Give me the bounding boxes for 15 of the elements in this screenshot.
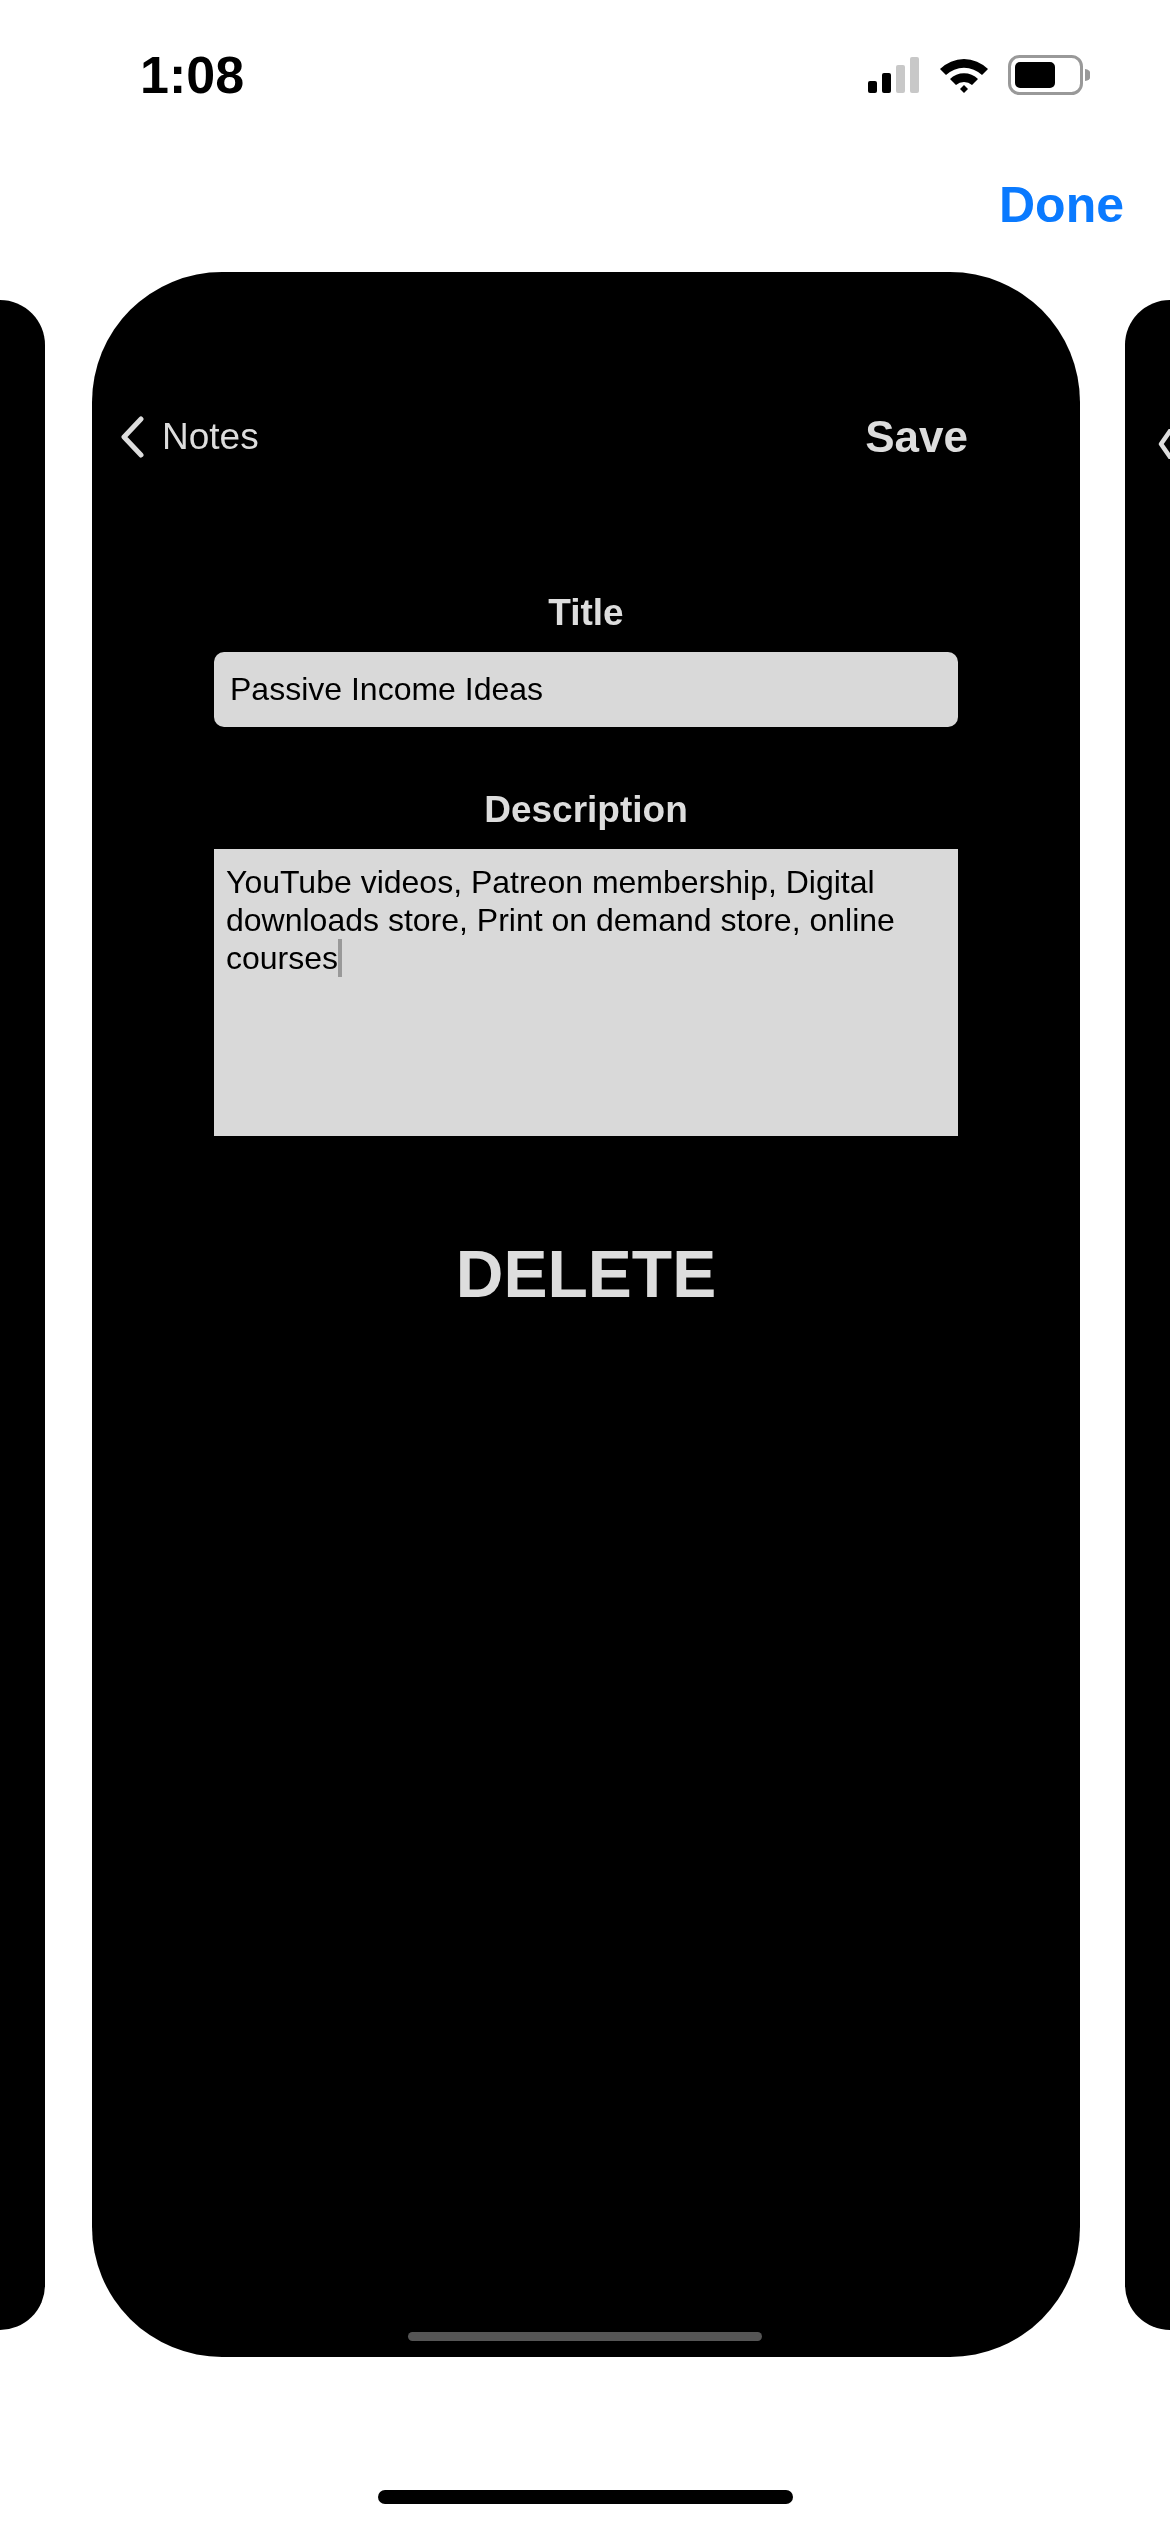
- field-label: Description: [484, 789, 688, 831]
- save-button[interactable]: Save: [865, 412, 968, 462]
- back-chevron-icon: [1158, 428, 1170, 459]
- back-chevron-icon: [120, 416, 144, 458]
- status-time: 1:08: [140, 45, 245, 105]
- title-field[interactable]: Passive Income Ideas: [214, 652, 958, 727]
- description-field[interactable]: YouTube videos, Patreon membership, Digital downloads store, Print on demand store, online courses: [214, 849, 958, 1136]
- signal-icon: [868, 57, 920, 93]
- delete-button[interactable]: DELETE: [455, 1236, 717, 1312]
- battery-icon: [1008, 55, 1090, 95]
- field-label: Title: [548, 592, 624, 634]
- back-button[interactable]: Notes: [120, 416, 259, 458]
- wifi-icon: [938, 56, 990, 94]
- done-button[interactable]: Done: [999, 176, 1124, 234]
- text-cursor: [338, 939, 343, 977]
